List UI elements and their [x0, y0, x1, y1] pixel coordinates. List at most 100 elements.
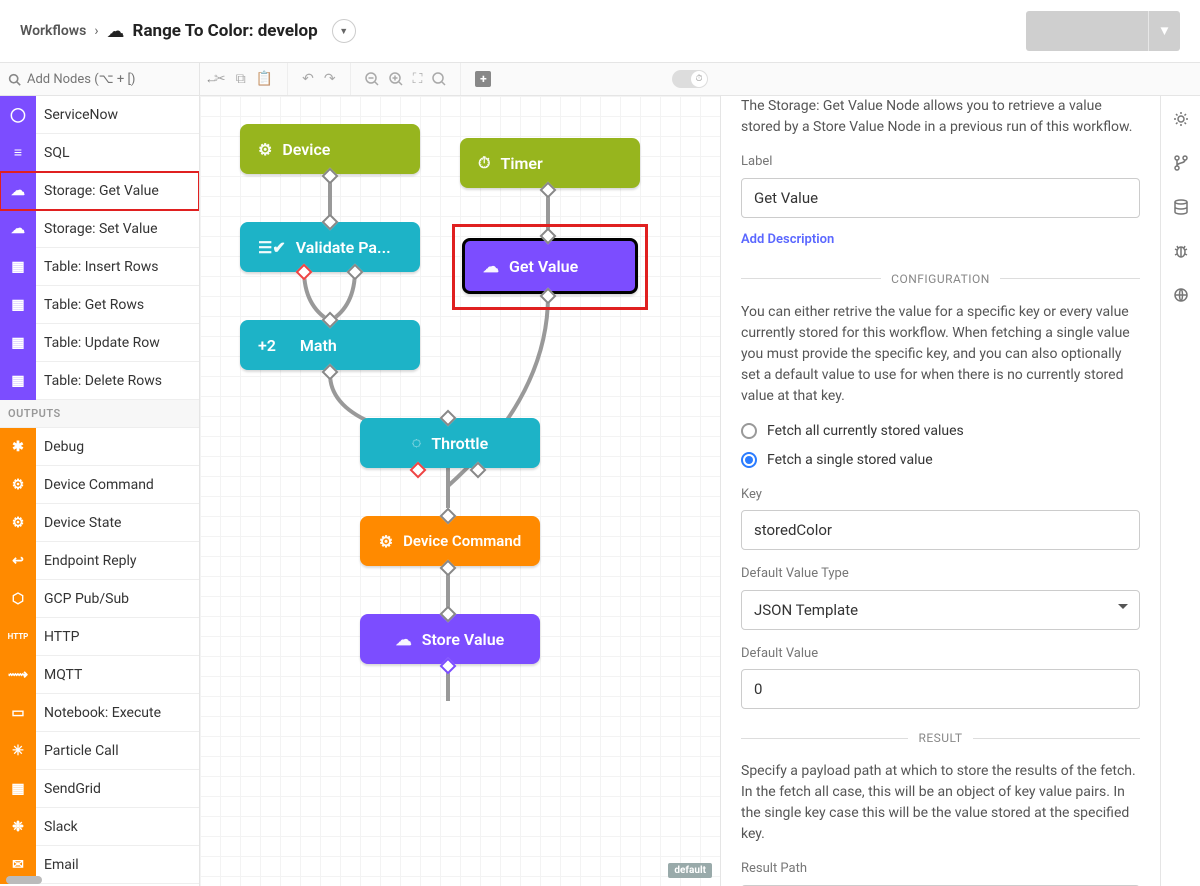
node-type-icon: ☁ [0, 210, 36, 248]
sidebar-item-label: Device Command [36, 477, 154, 493]
zoom-in-icon[interactable] [389, 72, 403, 86]
sidebar-item-label: Table: Get Rows [36, 297, 144, 313]
config-divider: CONFIGURATION [741, 270, 1140, 288]
node-type-icon: ⚙ [0, 504, 36, 542]
sidebar-item[interactable]: ❉Slack [0, 808, 199, 846]
radio-label: Fetch all currently stored values [767, 421, 964, 442]
canvas[interactable]: ⚙Device ⏱Timer ☰✔Validate Pa... ☁Get Val… [200, 96, 720, 886]
sidebar-item-label: Debug [36, 439, 84, 455]
sidebar-item[interactable]: ▦Table: Delete Rows [0, 362, 199, 400]
sidebar-item[interactable]: ▦SendGrid [0, 770, 199, 808]
dvt-field-label: Default Value Type [741, 564, 1140, 584]
node-label: Get Value [509, 257, 578, 276]
dvt-select[interactable]: JSON Template [741, 590, 1140, 630]
sidebar-item-label: GCP Pub/Sub [36, 591, 129, 607]
node-type-icon: ⬡ [0, 580, 36, 618]
key-field-label: Key [741, 485, 1140, 505]
sidebar-item[interactable]: ▦Table: Get Rows [0, 286, 199, 324]
cloud-icon: ☁ [107, 21, 125, 42]
breadcrumb: Workflows › ☁ Range To Color: develop ▼ [20, 19, 356, 43]
breadcrumb-sep: › [94, 23, 98, 39]
save-deploy-button[interactable]: Save & Deploy ▼ [1026, 11, 1180, 51]
undo-icon[interactable]: ↶ [302, 71, 314, 87]
sidebar-category-outputs: OUTPUTS [0, 400, 199, 428]
breadcrumb-caret-button[interactable]: ▼ [332, 19, 356, 43]
node-type-icon: ▦ [0, 324, 36, 362]
add-square-icon[interactable]: + [475, 71, 491, 87]
fit-icon[interactable]: ⛶ [413, 71, 423, 87]
copy-icon[interactable]: ⧉ [236, 71, 246, 87]
add-description-link[interactable]: Add Description [741, 230, 834, 250]
redo-icon[interactable]: ↷ [324, 71, 336, 87]
search-pane: ← [0, 63, 200, 95]
radio-label: Fetch a single stored value [767, 450, 933, 471]
node-get-value[interactable]: ☁Get Value [462, 238, 638, 294]
node-label: Validate Pa... [296, 238, 391, 257]
sidebar-item[interactable]: ⬡GCP Pub/Sub [0, 580, 199, 618]
sidebar-item[interactable]: HTTPHTTP [0, 618, 199, 656]
branch-icon[interactable] [1172, 154, 1190, 172]
sidebar-item[interactable]: ≡SQL [0, 134, 199, 172]
node-label: Device Command [403, 532, 521, 550]
sidebar-item-label: ServiceNow [36, 107, 118, 123]
mode-toggle[interactable]: ⏱ [672, 70, 708, 88]
database-icon[interactable] [1172, 198, 1190, 216]
save-deploy-dropdown[interactable]: ▼ [1148, 11, 1180, 51]
radio-fetch-all[interactable]: Fetch all currently stored values [741, 421, 1140, 442]
sidebar-item[interactable]: ⚙Device State [0, 504, 199, 542]
dv-input[interactable] [741, 669, 1140, 709]
sidebar-item-label: Storage: Get Value [36, 183, 159, 199]
node-device[interactable]: ⚙Device [240, 124, 420, 174]
sidebar-item-label: SQL [36, 145, 69, 161]
globe-icon[interactable] [1172, 286, 1190, 304]
paste-icon[interactable]: 📋 [256, 71, 273, 87]
sidebar-item-label: Slack [36, 819, 78, 835]
sidebar-item[interactable]: ▦Table: Insert Rows [0, 248, 199, 286]
dv-field-label: Default Value [741, 644, 1140, 664]
node-type-icon: ✳ [0, 732, 36, 770]
radio-icon [741, 452, 757, 468]
sidebar-item[interactable]: ⟿MQTT [0, 656, 199, 694]
breadcrumb-root[interactable]: Workflows [20, 23, 86, 39]
sidebar-item[interactable]: ⚙Device Command [0, 466, 199, 504]
gear-icon: ⚙ [379, 532, 393, 551]
sidebar-item-label: Email [36, 857, 79, 873]
sidebar-item[interactable]: ▭Notebook: Execute [0, 694, 199, 732]
sidebar-item-label: Table: Insert Rows [36, 259, 158, 275]
sidebar-item[interactable]: ✱Debug [0, 428, 199, 466]
page-title: Range To Color: develop [133, 21, 318, 41]
sidebar-item[interactable]: ↩Endpoint Reply [0, 542, 199, 580]
zoom-out-icon[interactable] [365, 72, 379, 86]
search-input[interactable] [27, 72, 193, 87]
node-throttle[interactable]: ◌Throttle [360, 418, 540, 468]
node-type-icon: ▦ [0, 770, 36, 808]
sidebar-item-label: Notebook: Execute [36, 705, 161, 721]
node-type-icon: ▦ [0, 362, 36, 400]
node-type-icon: ✱ [0, 428, 36, 466]
node-prefix: +2 [258, 336, 276, 355]
node-label: Device [282, 140, 330, 159]
sidebar-item[interactable]: ▦Table: Update Row [0, 324, 199, 362]
radio-fetch-single[interactable]: Fetch a single stored value [741, 450, 1140, 471]
sidebar-item[interactable]: ☁Storage: Set Value [0, 210, 199, 248]
sidebar-item[interactable]: ✳Particle Call [0, 732, 199, 770]
toolbar: ← ✂ ⧉ 📋 ↶ ↷ ⛶ + ⏱ [0, 62, 1200, 96]
node-device-command[interactable]: ⚙ Device Command [360, 516, 540, 566]
sidebar-item[interactable]: ☁Storage: Get Value [0, 172, 199, 210]
cut-icon[interactable]: ✂ [214, 71, 226, 87]
scrollbar-thumb[interactable] [6, 876, 42, 884]
node-type-icon: ☁ [0, 172, 36, 210]
gear-icon[interactable] [1172, 110, 1190, 128]
node-store-value[interactable]: ☁Store Value [360, 614, 540, 664]
node-timer[interactable]: ⏱Timer [460, 138, 640, 188]
sidebar-item-label: HTTP [36, 629, 79, 645]
key-input[interactable] [741, 510, 1140, 550]
bug-icon[interactable] [1172, 242, 1190, 260]
node-type-icon: ❉ [0, 808, 36, 846]
node-type-icon: ▭ [0, 694, 36, 732]
sidebar-item[interactable]: ◯ServiceNow [0, 96, 199, 134]
node-type-icon: ⚙ [0, 466, 36, 504]
label-input[interactable] [741, 178, 1140, 218]
zoom-tools-group: ⛶ [351, 63, 462, 95]
reset-zoom-icon[interactable] [432, 72, 446, 86]
